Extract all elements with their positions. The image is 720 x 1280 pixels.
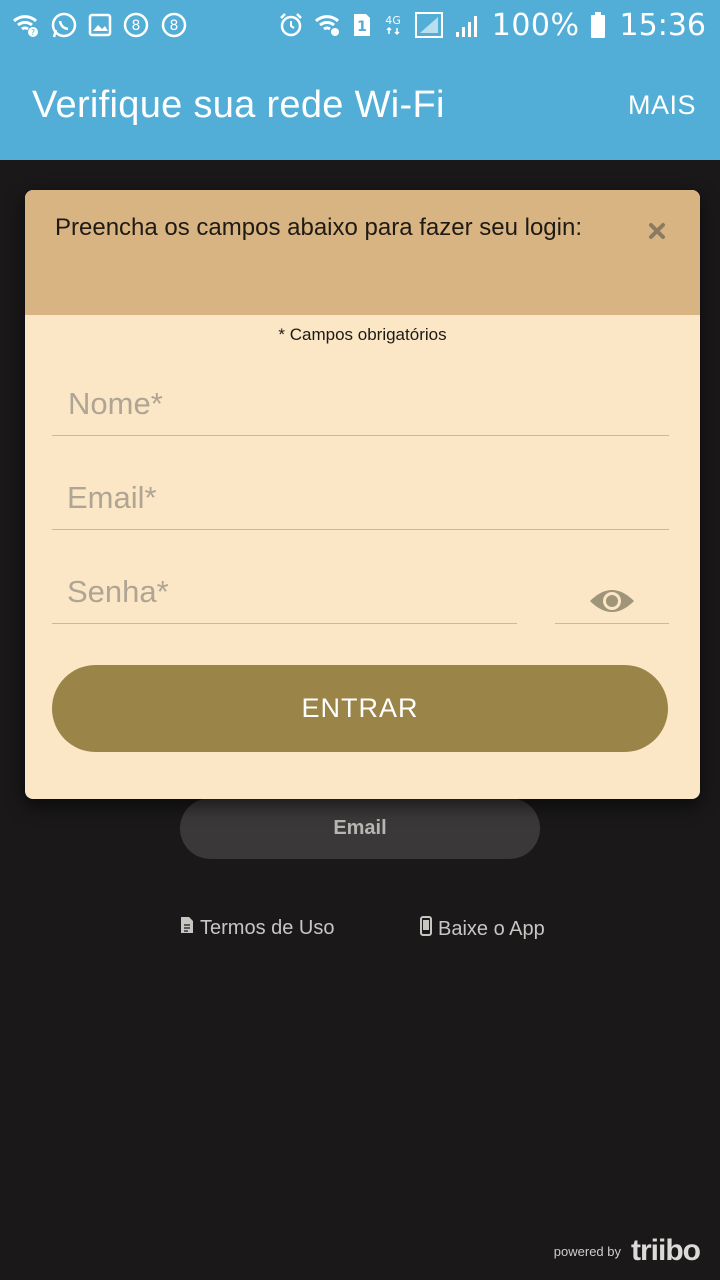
app-8-icon: 8 [160,11,188,39]
wifi-icon [314,13,342,37]
email-field [52,468,669,530]
close-icon[interactable] [644,218,670,244]
4g-icon: 4G [382,12,404,38]
app-bar: Verifique sua rede Wi-Fi MAIS [0,50,720,160]
signal-icon [414,11,444,39]
powered-by-label: powered by [553,1243,621,1259]
name-field [52,374,669,436]
email-login-button[interactable]: Email [180,798,540,859]
more-menu-button[interactable]: MAIS [628,90,696,121]
status-bar: ? 8 8 1 4G 100% 15:36 [0,0,720,50]
whatsapp-icon [50,11,78,39]
phone-icon [420,916,432,942]
login-modal: Preencha os campos abaixo para fazer seu… [25,190,700,799]
show-password-toggle[interactable] [555,562,669,624]
eye-icon [588,585,636,622]
email-input[interactable] [52,468,669,528]
footer-links: Termos de Uso Baixe o App [0,916,720,948]
modal-header: Preencha os campos abaixo para fazer seu… [25,190,700,315]
alarm-icon [278,12,304,38]
powered-by: powered by triibo [553,1234,701,1268]
battery-percent: 100% [491,7,580,43]
download-app-label: Baixe o App [438,917,545,940]
app-8-icon: 8 [122,11,150,39]
svg-text:?: ? [31,28,35,37]
page-title: Verifique sua rede Wi-Fi [32,83,445,126]
name-input[interactable] [52,374,669,434]
login-submit-button[interactable]: ENTRAR [52,665,668,752]
modal-title: Preencha os campos abaixo para fazer seu… [55,214,582,241]
triibo-logo: triibo [631,1234,701,1267]
password-field [52,562,517,624]
notification-area: ? 8 8 [12,11,188,39]
battery-icon [590,11,606,39]
terms-link[interactable]: Termos de Uso [180,916,335,940]
gallery-icon [88,13,112,37]
required-fields-note: * Campos obrigatórios [278,325,447,344]
terms-label: Termos de Uso [200,916,335,939]
system-status-area: 1 4G 100% 15:36 [278,8,706,43]
clock: 15:36 [619,7,706,43]
svg-text:8: 8 [132,18,141,34]
svg-text:4G: 4G [385,14,401,27]
svg-text:1: 1 [357,19,367,35]
document-icon [180,916,194,940]
svg-text:8: 8 [170,18,179,34]
password-input[interactable] [52,562,517,622]
signal-icon [454,12,482,38]
download-app-link[interactable]: Baixe o App [420,916,545,942]
wifi-question-icon: ? [12,13,40,37]
sim-1-icon: 1 [352,12,372,38]
